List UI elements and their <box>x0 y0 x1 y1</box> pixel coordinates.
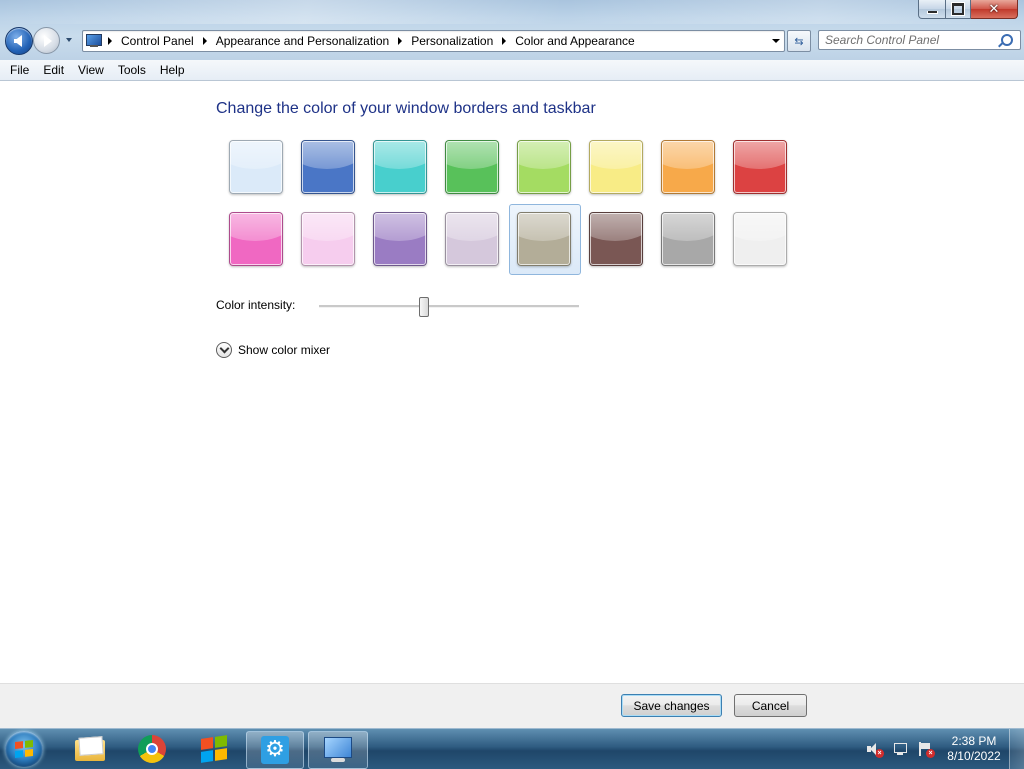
show-desktop-button[interactable] <box>1009 729 1024 769</box>
menu-view[interactable]: View <box>71 60 111 80</box>
color-swatch-lime[interactable] <box>517 140 571 194</box>
menu-file[interactable]: File <box>0 60 36 80</box>
color-swatch-chocolate[interactable] <box>589 212 643 266</box>
back-arrow-icon <box>14 35 22 47</box>
color-swatch-fuchsia[interactable] <box>229 212 283 266</box>
breadcrumb-separator-icon[interactable] <box>502 37 507 45</box>
refresh-icon: ⇆ <box>794 35 804 48</box>
back-button[interactable] <box>5 27 33 55</box>
volume-muted-icon[interactable]: × <box>867 742 884 758</box>
chrome-icon <box>138 735 166 763</box>
breadcrumb-separator-icon[interactable] <box>398 37 403 45</box>
control-panel-icon <box>324 737 352 763</box>
color-swatch-lavender[interactable] <box>445 212 499 266</box>
breadcrumb-personalization[interactable]: Personalization <box>411 34 493 48</box>
color-swatch-sun[interactable] <box>589 140 643 194</box>
taskbar-settings[interactable]: ⚙ <box>246 731 304 769</box>
footer-bar <box>0 683 1024 729</box>
action-center-icon[interactable]: × <box>918 742 935 758</box>
show-color-mixer-toggle[interactable]: Show color mixer <box>216 341 330 359</box>
minimize-button[interactable] <box>918 0 946 19</box>
color-swatch-pumpkin[interactable] <box>661 140 715 194</box>
show-color-mixer-label[interactable]: Show color mixer <box>238 343 330 357</box>
color-intensity-slider[interactable] <box>319 305 579 308</box>
color-swatch-violet[interactable] <box>373 212 427 266</box>
gear-icon: ⚙ <box>261 736 289 764</box>
clock-date: 8/10/2022 <box>947 749 1001 763</box>
color-swatch-slate[interactable] <box>661 212 715 266</box>
color-swatch-sky[interactable] <box>229 140 283 194</box>
color-swatch-blush[interactable] <box>301 212 355 266</box>
color-swatch-frost[interactable] <box>733 212 787 266</box>
breadcrumb-control-panel[interactable]: Control Panel <box>121 34 194 48</box>
color-swatch-leaf[interactable] <box>445 140 499 194</box>
address-dropdown-icon[interactable] <box>772 39 780 43</box>
menu-tools[interactable]: Tools <box>111 60 153 80</box>
control-panel-icon <box>86 34 102 48</box>
recent-pages-dropdown-icon[interactable] <box>66 38 72 42</box>
breadcrumb-separator-icon[interactable] <box>202 37 207 45</box>
search-box[interactable] <box>818 30 1021 50</box>
forward-button[interactable] <box>33 27 60 54</box>
color-intensity-slider-thumb[interactable] <box>419 297 429 317</box>
close-icon: ✕ <box>988 1 1000 17</box>
color-swatch-ruby[interactable] <box>733 140 787 194</box>
folder-icon <box>75 737 105 761</box>
cancel-button[interactable]: Cancel <box>734 694 807 717</box>
windows-flag-icon <box>201 735 227 763</box>
close-button[interactable]: ✕ <box>971 0 1018 19</box>
expand-chevron-icon[interactable] <box>216 342 232 358</box>
restore-icon <box>952 3 964 15</box>
color-swatch-sea[interactable] <box>373 140 427 194</box>
taskbar-windows-app[interactable] <box>194 731 234 767</box>
address-bar[interactable]: Control Panel Appearance and Personaliza… <box>82 30 785 52</box>
forward-arrow-icon <box>43 34 52 47</box>
color-swatch-twilight[interactable] <box>301 140 355 194</box>
breadcrumb-appearance-and-personalization[interactable]: Appearance and Personalization <box>216 34 389 48</box>
menu-help[interactable]: Help <box>153 60 192 80</box>
search-input[interactable] <box>819 31 1000 49</box>
windows-logo-icon <box>15 740 33 758</box>
start-button[interactable] <box>5 731 43 767</box>
search-icon[interactable] <box>1001 34 1013 46</box>
taskbar-windows-explorer[interactable] <box>70 731 110 767</box>
page-title: Change the color of your window borders … <box>216 100 596 117</box>
color-intensity-label: Color intensity: <box>216 298 296 312</box>
save-changes-button[interactable]: Save changes <box>621 694 722 717</box>
taskbar: ⚙ × × 2:38 PM 8/10/2022 <box>0 728 1024 769</box>
color-swatch-taupe[interactable] <box>517 212 571 266</box>
maximize-button[interactable] <box>946 0 971 19</box>
caption-buttons: ✕ <box>918 0 1018 19</box>
taskbar-google-chrome[interactable] <box>132 731 172 767</box>
clock-time: 2:38 PM <box>951 734 997 748</box>
menu-bar: File Edit View Tools Help <box>0 60 1024 81</box>
breadcrumb-color-and-appearance[interactable]: Color and Appearance <box>515 34 634 48</box>
menu-edit[interactable]: Edit <box>36 60 71 80</box>
window-chrome: ✕ Control Panel Appearance and Personali… <box>0 0 1024 60</box>
network-icon[interactable] <box>893 742 907 756</box>
breadcrumb-separator-icon[interactable] <box>108 37 112 45</box>
taskbar-clock[interactable]: 2:38 PM 8/10/2022 <box>940 734 1008 764</box>
refresh-button[interactable]: ⇆ <box>787 30 811 52</box>
minimize-icon <box>926 10 938 14</box>
taskbar-control-panel[interactable] <box>308 731 368 769</box>
